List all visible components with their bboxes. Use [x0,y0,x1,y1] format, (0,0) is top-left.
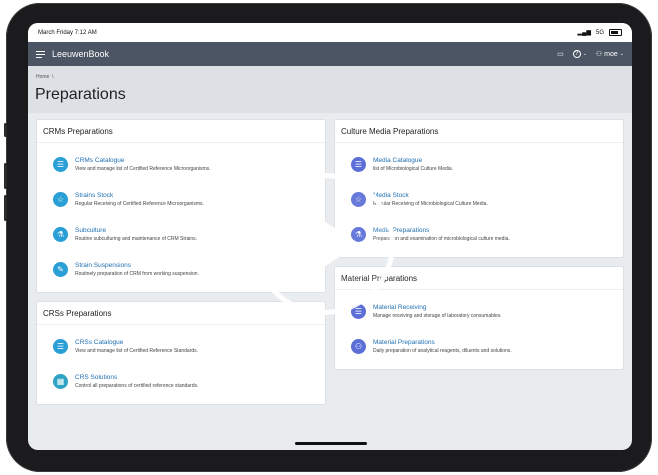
item-description: View and manage list of Certified Refere… [75,348,199,354]
item-link[interactable]: Strains Stock [75,192,204,200]
page-header: Home \ Preparations [28,66,632,113]
item-description: Routine subculturing and maintenance of … [75,236,198,242]
battery-icon [609,29,622,36]
list-item[interactable]: ⚇ Material Preparations Daily preparation… [335,332,623,367]
signal-label: 5G [595,29,604,36]
side-button [4,123,7,137]
pipette-icon: ✎ [53,262,68,277]
card-title: CRSs Preparations [37,302,325,325]
wifi-icon: ▂▄▆ [577,30,591,36]
card-title: Culture Media Preparations [335,120,623,143]
crss-list: ☰ CRSs Catalogue View and manage list of … [37,325,325,404]
star-icon: ☆ [53,192,68,207]
chevron-down-icon: ⌄ [582,51,587,57]
volume-up-button [4,163,7,189]
grid-icon: ▦ [53,374,68,389]
app-title[interactable]: LeeuwenBook [52,49,109,59]
user-icon: ⚇ [595,51,603,58]
list-item[interactable]: ☰ CRSs Catalogue View and manage list of … [37,332,325,367]
material-list: ☰ Material Receiving Manage receiving and… [335,290,623,369]
item-description: Regular Receiving of Certified Reference… [75,201,204,207]
item-description: Daily preparation of analytical reagents… [373,348,512,354]
header-actions: ▭ ? ⌄ ⚇ moe ⌄ [557,50,624,58]
person-icon: ⚇ [351,339,366,354]
item-description: Control all preparations of certified re… [75,383,199,389]
item-description: Routinely preparation of CRM from workin… [75,271,199,277]
list-icon: ☰ [53,157,68,172]
status-time: March Friday 7:12 AM [38,29,97,36]
menu-icon[interactable] [36,50,45,58]
item-description: Regular Receiving of Microbiological Cul… [373,201,488,207]
crss-card: CRSs Preparations ☰ CRSs Catalogue View a… [36,301,326,405]
item-link[interactable]: CRSs Catalogue [75,339,198,347]
list-item[interactable]: ☰ Media Catalogue list of Microbiological… [335,150,623,185]
help-icon: ? [572,50,581,58]
user-menu[interactable]: ⚇ moe ⌄ [595,50,624,59]
status-bar: March Friday 7:12 AM ▂▄▆ 5G [28,23,632,42]
item-link[interactable]: Strain Suspensions [75,262,199,270]
item-link[interactable]: Subculture [75,227,197,235]
item-description: list of Microbiological Culture Media. [373,166,454,172]
item-link[interactable]: Media Stock [373,192,488,200]
item-description: Manage receiving and storage of laborato… [373,313,502,319]
breadcrumb-separator: \ [50,74,54,80]
item-description: View and manage list of Certified Refere… [75,166,211,172]
page-title: Preparations [35,86,126,103]
list-icon: ☰ [53,339,68,354]
chat-icon[interactable]: ▭ [557,50,564,58]
play-icon[interactable] [253,173,395,315]
list-item[interactable]: ☰ CRMs Catalogue View and manage list of … [37,150,325,185]
flask-icon: ⚗ [53,227,68,242]
item-link[interactable]: CRMs Catalogue [75,157,211,165]
item-link[interactable]: Material Preparations [373,339,512,347]
card-title: CRMs Preparations [37,120,325,143]
list-item[interactable]: ▦ CRS Solutions Control all preparations … [37,367,325,402]
volume-down-button [4,195,7,221]
list-item[interactable]: ☰ Material Receiving Manage receiving and… [335,297,623,332]
help-menu[interactable]: ? ⌄ [572,50,587,58]
breadcrumb: Home \ [36,74,54,80]
item-link[interactable]: CRS Solutions [75,374,198,382]
item-link[interactable]: Material Receiving [373,304,502,312]
item-link[interactable]: Media Catalogue [373,157,453,165]
list-icon: ☰ [351,157,366,172]
chevron-down-icon: ⌄ [619,51,624,57]
user-name: moe [604,50,618,58]
breadcrumb-home[interactable]: Home [36,74,49,80]
home-indicator [295,442,367,445]
app-header: LeeuwenBook ▭ ? ⌄ ⚇ moe ⌄ [28,42,632,66]
status-indicators: ▂▄▆ 5G [577,29,622,36]
